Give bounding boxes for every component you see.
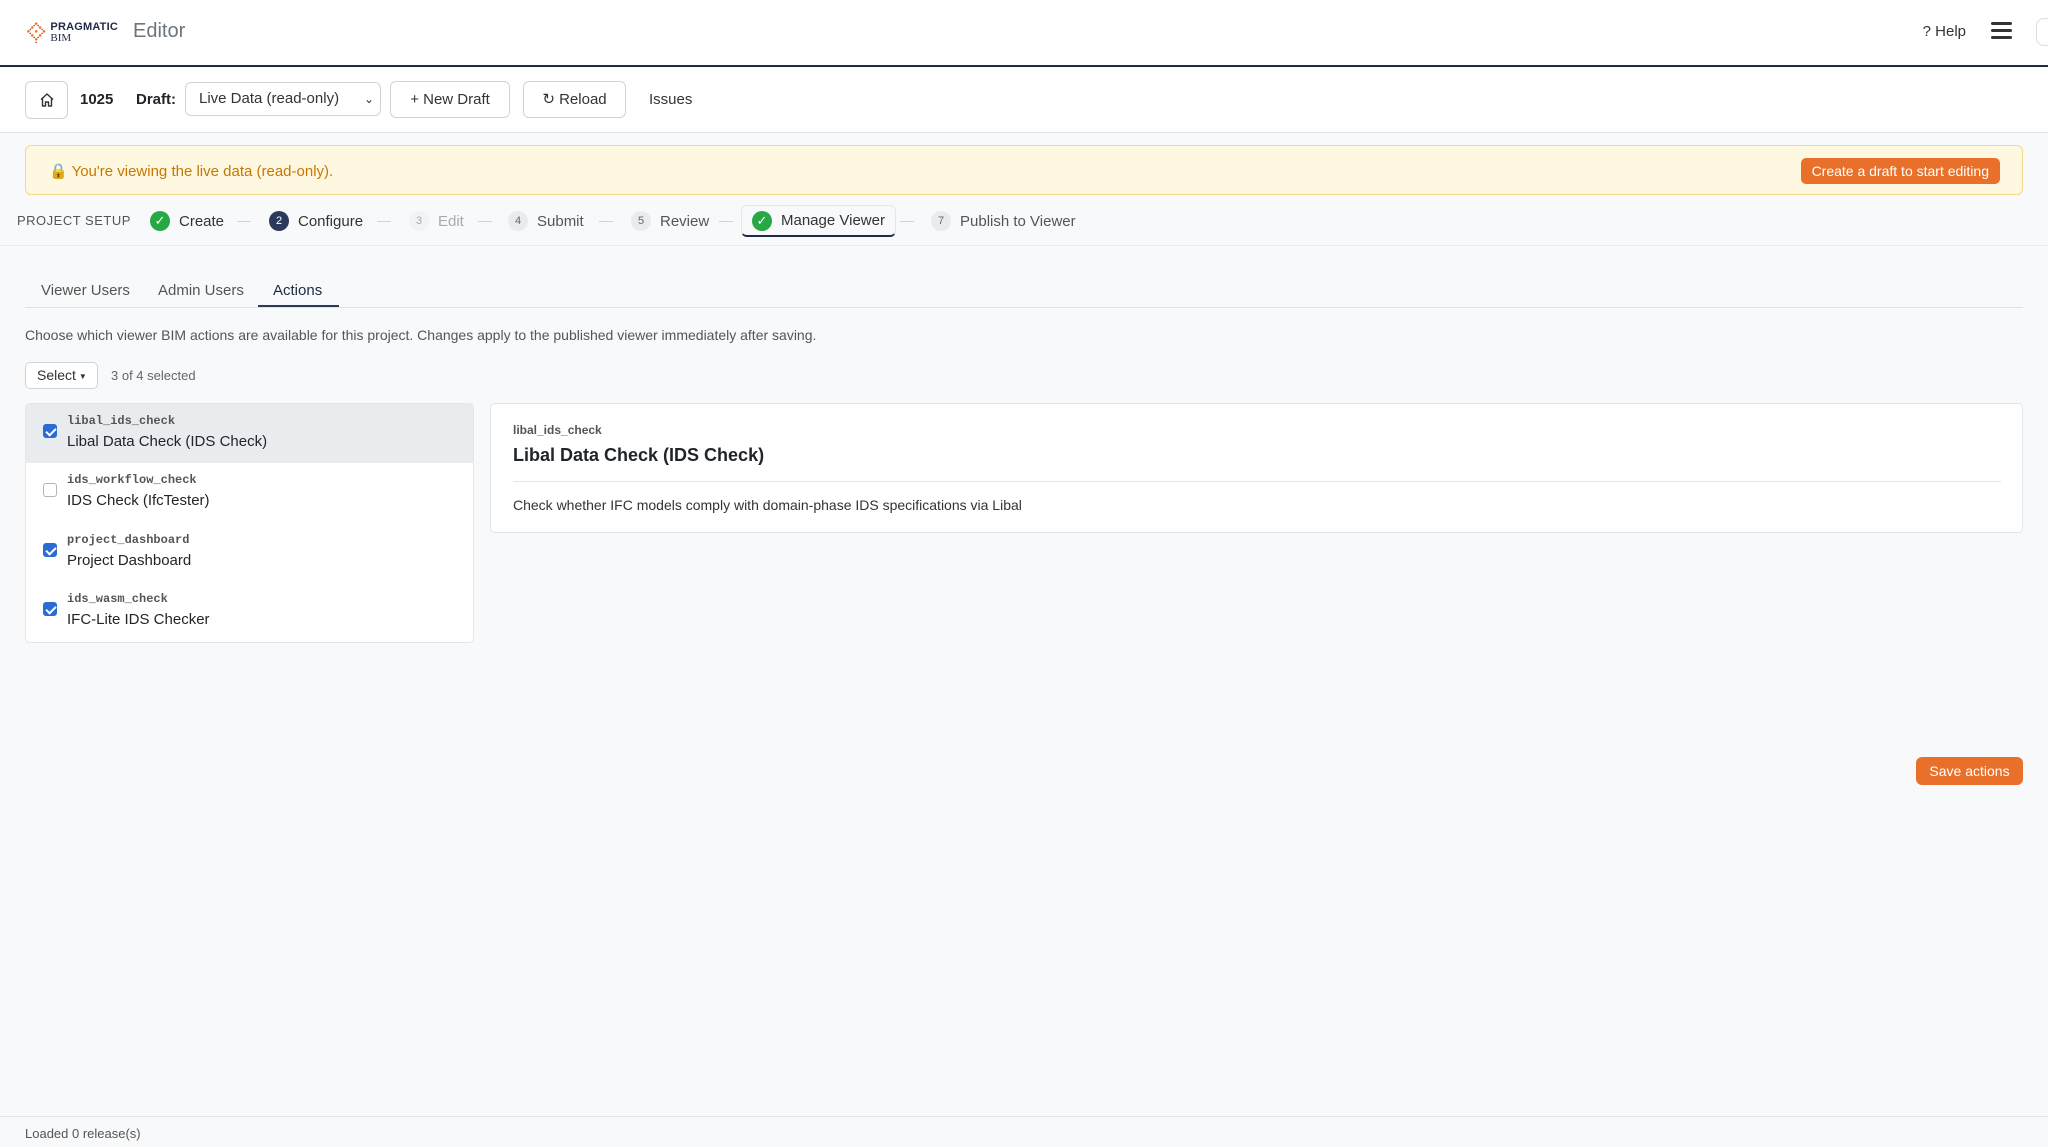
logo[interactable]: PRAGMATIC BIM xyxy=(26,16,118,50)
home-icon xyxy=(40,93,53,107)
selected-count: 3 of 4 selected xyxy=(111,368,196,383)
tab-actions[interactable]: Actions xyxy=(273,282,322,299)
detail-description: Check whether IFC models comply with dom… xyxy=(513,497,1022,513)
tab-admin-users[interactable]: Admin Users xyxy=(158,282,244,299)
step-separator xyxy=(478,221,492,222)
list-item[interactable]: ids_workflow_check IDS Check (IfcTester) xyxy=(26,463,473,522)
status-footer: Loaded 0 release(s) xyxy=(0,1116,2048,1147)
actions-description: Choose which viewer BIM actions are avai… xyxy=(25,327,817,343)
action-detail-panel: libal_ids_check Libal Data Check (IDS Ch… xyxy=(490,403,2023,533)
step-separator xyxy=(377,221,391,222)
step-number: 2 xyxy=(269,211,289,231)
stepper-title: PROJECT SETUP xyxy=(17,213,131,228)
project-toolbar: 1025 Draft: Live Data (read-only) ⌄ + Ne… xyxy=(0,68,2048,133)
step-number: 7 xyxy=(931,211,951,231)
logo-line2: BIM xyxy=(50,32,72,44)
step-separator xyxy=(719,221,733,222)
project-id: 1025 xyxy=(80,91,114,108)
logo-diamond-icon xyxy=(27,22,46,44)
step-submit[interactable]: 4 Submit xyxy=(508,205,584,237)
select-dropdown-button[interactable]: Select ▼ xyxy=(25,362,98,389)
manage-viewer-tabs: Viewer Users Admin Users Actions xyxy=(25,272,2023,308)
step-number: 3 xyxy=(409,211,429,231)
app-title: Editor xyxy=(133,20,186,42)
action-name: Libal Data Check (IDS Check) xyxy=(67,433,268,450)
step-manage-viewer[interactable]: ✓ Manage Viewer xyxy=(741,205,896,237)
action-checkbox[interactable] xyxy=(43,483,57,497)
action-key: project_dashboard xyxy=(67,533,190,547)
reload-button[interactable]: ↻ Reload xyxy=(523,81,626,118)
new-draft-button[interactable]: + New Draft xyxy=(390,81,510,118)
logo-wordmark: PRAGMATIC BIM xyxy=(50,22,118,44)
chevron-down-icon: ⌄ xyxy=(363,92,374,106)
step-label: Submit xyxy=(537,212,584,230)
action-checkbox[interactable] xyxy=(43,543,57,557)
divider xyxy=(0,245,2048,246)
action-name: IFC-Lite IDS Checker xyxy=(67,611,210,628)
home-button[interactable] xyxy=(25,81,68,119)
step-edit: 3 Edit xyxy=(409,205,464,237)
alert-message: 🔒 You're viewing the live data (read-onl… xyxy=(49,163,334,180)
action-list: libal_ids_check Libal Data Check (IDS Ch… xyxy=(25,403,474,643)
hamburger-icon[interactable] xyxy=(1991,22,2012,40)
readonly-alert: 🔒 You're viewing the live data (read-onl… xyxy=(25,145,2023,195)
action-checkbox[interactable] xyxy=(43,424,57,438)
action-checkbox[interactable] xyxy=(43,602,57,616)
step-number: 5 xyxy=(631,211,651,231)
step-label: Configure xyxy=(298,212,364,230)
step-create[interactable]: ✓ Create xyxy=(150,205,224,237)
list-item[interactable]: ids_wasm_check IFC-Lite IDS Checker xyxy=(26,582,473,641)
draft-label: Draft: xyxy=(136,91,176,108)
divider xyxy=(513,481,2001,482)
project-setup-stepper: PROJECT SETUP ✓ Create 2 Configure 3 Edi… xyxy=(0,205,2048,245)
draft-select[interactable]: Live Data (read-only) ⌄ xyxy=(185,82,381,116)
step-number: 4 xyxy=(508,211,528,231)
save-actions-button[interactable]: Save actions xyxy=(1916,757,2023,785)
select-label: Select xyxy=(37,367,76,383)
tab-viewer-users[interactable]: Viewer Users xyxy=(41,282,130,299)
step-separator xyxy=(599,221,613,222)
step-configure[interactable]: 2 Configure xyxy=(269,205,363,237)
step-label: Manage Viewer xyxy=(781,212,885,229)
step-separator xyxy=(237,221,251,222)
action-name: IDS Check (IfcTester) xyxy=(67,492,210,509)
step-separator xyxy=(900,221,914,222)
check-icon: ✓ xyxy=(752,210,772,231)
step-label: Publish to Viewer xyxy=(960,212,1076,230)
top-header: PRAGMATIC BIM Editor ? Help xyxy=(0,0,2048,67)
caret-down-icon: ▼ xyxy=(78,371,87,381)
list-item[interactable]: libal_ids_check Libal Data Check (IDS Ch… xyxy=(26,404,473,463)
action-key: ids_workflow_check xyxy=(67,473,197,487)
action-name: Project Dashboard xyxy=(67,552,192,569)
draft-select-value: Live Data (read-only) xyxy=(199,90,340,107)
step-label: Edit xyxy=(438,212,464,230)
action-key: ids_wasm_check xyxy=(67,592,168,606)
step-publish-to-viewer[interactable]: 7 Publish to Viewer xyxy=(931,205,1076,237)
list-item[interactable]: project_dashboard Project Dashboard xyxy=(26,523,473,582)
check-icon: ✓ xyxy=(150,211,170,231)
help-link[interactable]: ? Help xyxy=(1923,23,1966,40)
step-label: Review xyxy=(660,212,710,230)
create-draft-button[interactable]: Create a draft to start editing xyxy=(1800,158,2000,184)
action-key: libal_ids_check xyxy=(67,414,176,428)
active-tab-indicator xyxy=(258,305,339,307)
step-review[interactable]: 5 Review xyxy=(631,205,709,237)
detail-key: libal_ids_check xyxy=(513,423,602,437)
side-panel-handle[interactable] xyxy=(2036,18,2048,46)
detail-title: Libal Data Check (IDS Check) xyxy=(513,445,765,465)
issues-link[interactable]: Issues xyxy=(649,91,692,108)
step-label: Create xyxy=(179,212,225,230)
status-text: Loaded 0 release(s) xyxy=(25,1126,141,1141)
